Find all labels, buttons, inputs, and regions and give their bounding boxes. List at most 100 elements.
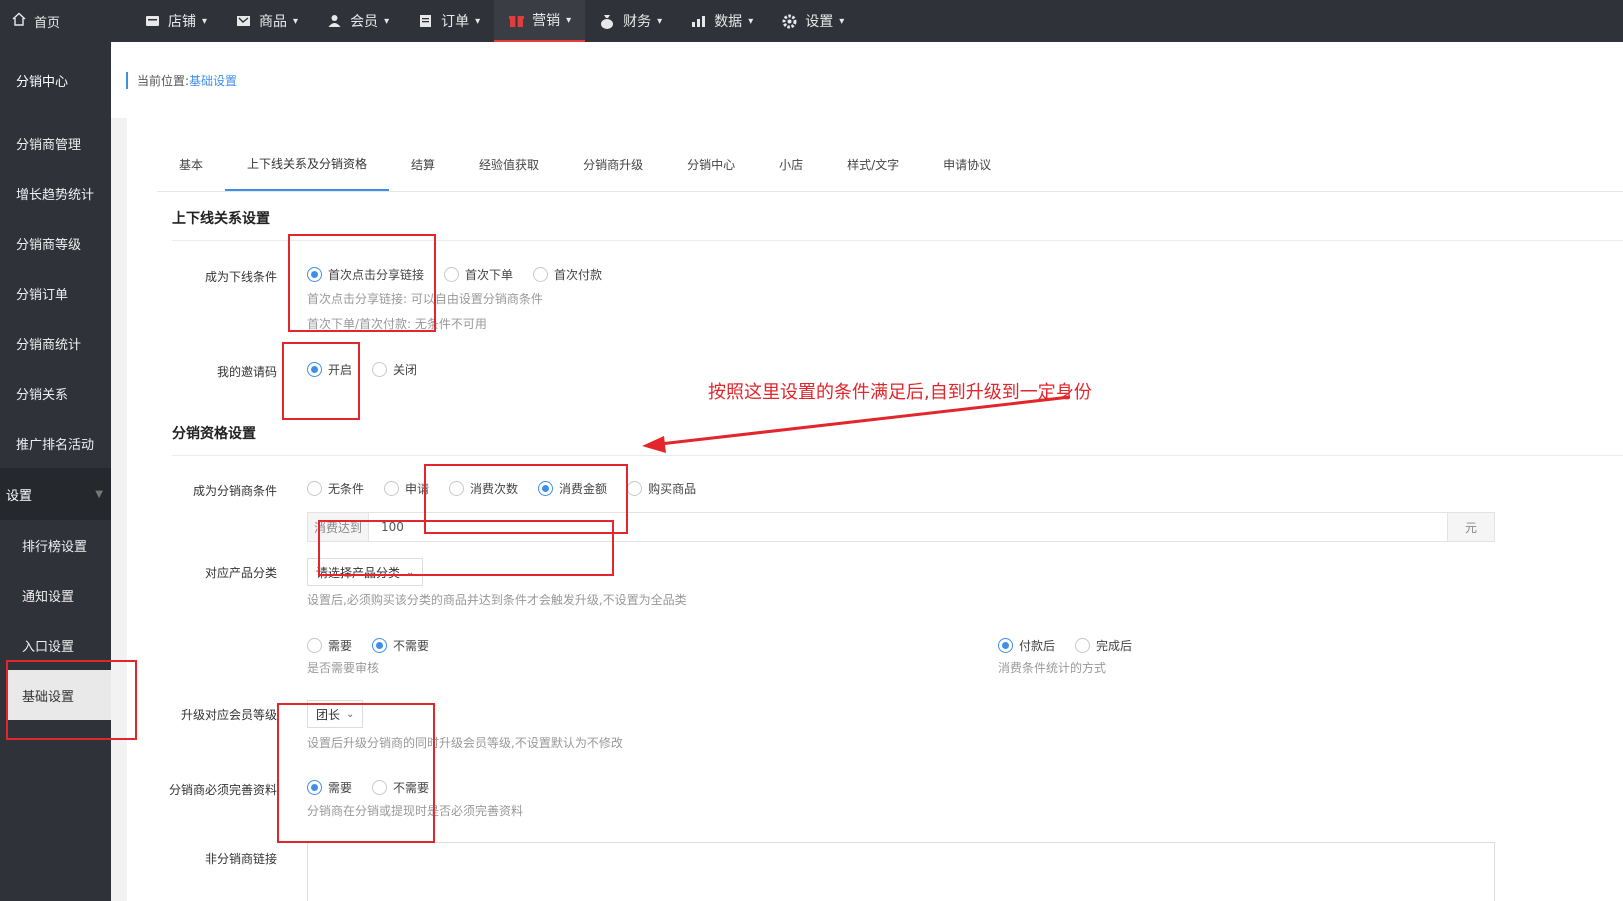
annotation-box-downline-condition [288,234,436,332]
sidebar-sub-ranking-settings[interactable]: 排行榜设置 [0,520,111,570]
nav-finance[interactable]: 财务 ▾ [585,0,676,42]
breadcrumb: 当前位置:基础设置 [126,71,237,89]
goods-icon [235,13,251,29]
option-label: 关闭 [393,363,418,377]
breadcrumb-current[interactable]: 基础设置 [189,74,237,88]
option-after-payment[interactable]: 付款后 [998,637,1055,654]
tab-center[interactable]: 分销中心 [665,137,757,191]
radio-unchecked[interactable] [384,481,400,496]
sidebar-item-ranking-activity[interactable]: 推广排名活动 [0,418,111,468]
relation-section-title: 上下线关系设置 [172,211,270,227]
member-icon [326,13,342,29]
tab-style-text[interactable]: 样式/文字 [825,137,921,191]
option-first-payment[interactable]: 首次付款 [533,266,602,283]
tab-upgrade[interactable]: 分销商升级 [561,137,665,191]
qualify-section-title: 分销资格设置 [172,426,256,442]
nav-finance-label: 财务 [623,14,652,30]
radio-unchecked[interactable] [1075,638,1091,653]
chevron-down-icon: ▾ [475,15,481,27]
sidebar-item-label: 分销关系 [16,387,69,403]
nav-marketing-label: 营销 [532,13,561,29]
nav-goods-label: 商品 [259,14,288,30]
tab-settlement[interactable]: 结算 [389,137,457,191]
option-after-complete[interactable]: 完成后 [1075,637,1132,654]
sidebar-head[interactable]: 分销中心 [0,42,111,118]
nav-member[interactable]: 会员 ▾ [312,0,403,42]
nav-order[interactable]: 订单 ▾ [403,0,494,42]
option-label: 需要 [328,639,353,653]
tab-label: 申请协议 [943,157,992,172]
downline-condition-label: 成为下线条件 [204,270,277,284]
option-apply[interactable]: 申请 [384,480,429,497]
tab-relations-qualification[interactable]: 上下线关系及分销资格 [225,137,390,191]
gear-icon [781,13,797,29]
gift-icon [508,12,524,28]
sidebar-item-distribution-relations[interactable]: 分销关系 [0,368,111,418]
radio-unchecked[interactable] [307,638,322,653]
chevron-down-icon: ▾ [748,15,754,27]
tab-label: 基本 [179,157,204,172]
option-label: 首次下单 [465,268,514,282]
option-label: 付款后 [1019,639,1056,653]
chevron-down-icon: ▾ [384,15,390,27]
distributor-condition-label: 成为分销商条件 [192,484,277,498]
sidebar-item-label: 分销商等级 [16,237,82,253]
option-audit-need[interactable]: 需要 [307,637,352,654]
non-distributor-link-input[interactable] [307,842,1495,901]
tab-experience[interactable]: 经验值获取 [457,137,561,191]
divider [172,455,1623,456]
sidebar-sub-label: 入口设置 [22,639,75,655]
sidebar-sub-notify-settings[interactable]: 通知设置 [0,570,111,620]
option-invite-off[interactable]: 关闭 [372,361,417,378]
stat-method-hint: 消费条件统计的方式 [998,661,1107,675]
home-link[interactable]: 首页 [0,0,130,42]
sidebar-item-distributor-stats[interactable]: 分销商统计 [0,318,111,368]
tab-agreement[interactable]: 申请协议 [921,137,1013,191]
invite-code-label: 我的邀请码 [216,365,277,379]
chevron-down-icon: ▾ [293,15,299,27]
option-buy-goods[interactable]: 购买商品 [627,480,696,497]
member-level-label: 升级对应会员等级 [180,708,277,722]
sidebar-group-settings[interactable]: 设置 ▼ [0,468,111,520]
option-audit-no-need[interactable]: 不需要 [372,637,429,654]
radio-checked[interactable] [998,638,1013,653]
sidebar-item-label: 分销商管理 [16,137,82,153]
tab-basic[interactable]: 基本 [157,137,225,191]
nav-data[interactable]: 数据 ▾ [676,0,767,42]
option-first-order[interactable]: 首次下单 [444,266,513,283]
sidebar-item-growth-stats[interactable]: 增长趋势统计 [0,168,111,218]
option-label: 购买商品 [648,482,697,496]
radio-checked[interactable] [372,638,388,653]
tab-shop[interactable]: 小店 [757,137,825,191]
annotation-box-invite-code [282,342,360,420]
radio-unchecked[interactable] [533,267,549,282]
sidebar-item-distributor-manage[interactable]: 分销商管理 [0,118,111,168]
nav-goods[interactable]: 商品 ▾ [221,0,312,42]
order-icon [417,13,433,29]
nav-store[interactable]: 店铺 ▾ [130,0,221,42]
sidebar-item-label: 分销商统计 [16,337,82,353]
option-label: 首次付款 [554,268,603,282]
radio-unchecked[interactable] [444,267,460,282]
non-distributor-link-label: 非分销商链接 [204,852,277,866]
option-no-condition[interactable]: 无条件 [307,480,364,497]
radio-unchecked[interactable] [627,481,643,496]
sidebar-item-distribution-orders[interactable]: 分销订单 [0,268,111,318]
nav-store-label: 店铺 [168,14,196,30]
category-label: 对应产品分类 [204,566,277,580]
finance-icon [599,13,615,29]
option-label: 完成后 [1096,639,1133,653]
nav-settings[interactable]: 设置 ▾ [767,0,858,42]
breadcrumb-area: 当前位置:基础设置 [111,42,1623,118]
radio-unchecked[interactable] [307,481,322,496]
profile-required-label: 分销商必须完善资料 [168,783,277,797]
sidebar-group-label: 设置 [6,488,33,504]
radio-unchecked[interactable] [372,362,388,377]
chevron-down-icon: ▾ [839,15,845,27]
home-label: 首页 [34,15,61,31]
tab-label: 结算 [411,157,436,172]
nav-marketing[interactable]: 营销 ▾ [494,0,586,42]
tab-label: 上下线关系及分销资格 [247,156,368,171]
sidebar-item-label: 推广排名活动 [16,437,95,453]
sidebar-item-distributor-level[interactable]: 分销商等级 [0,218,111,268]
